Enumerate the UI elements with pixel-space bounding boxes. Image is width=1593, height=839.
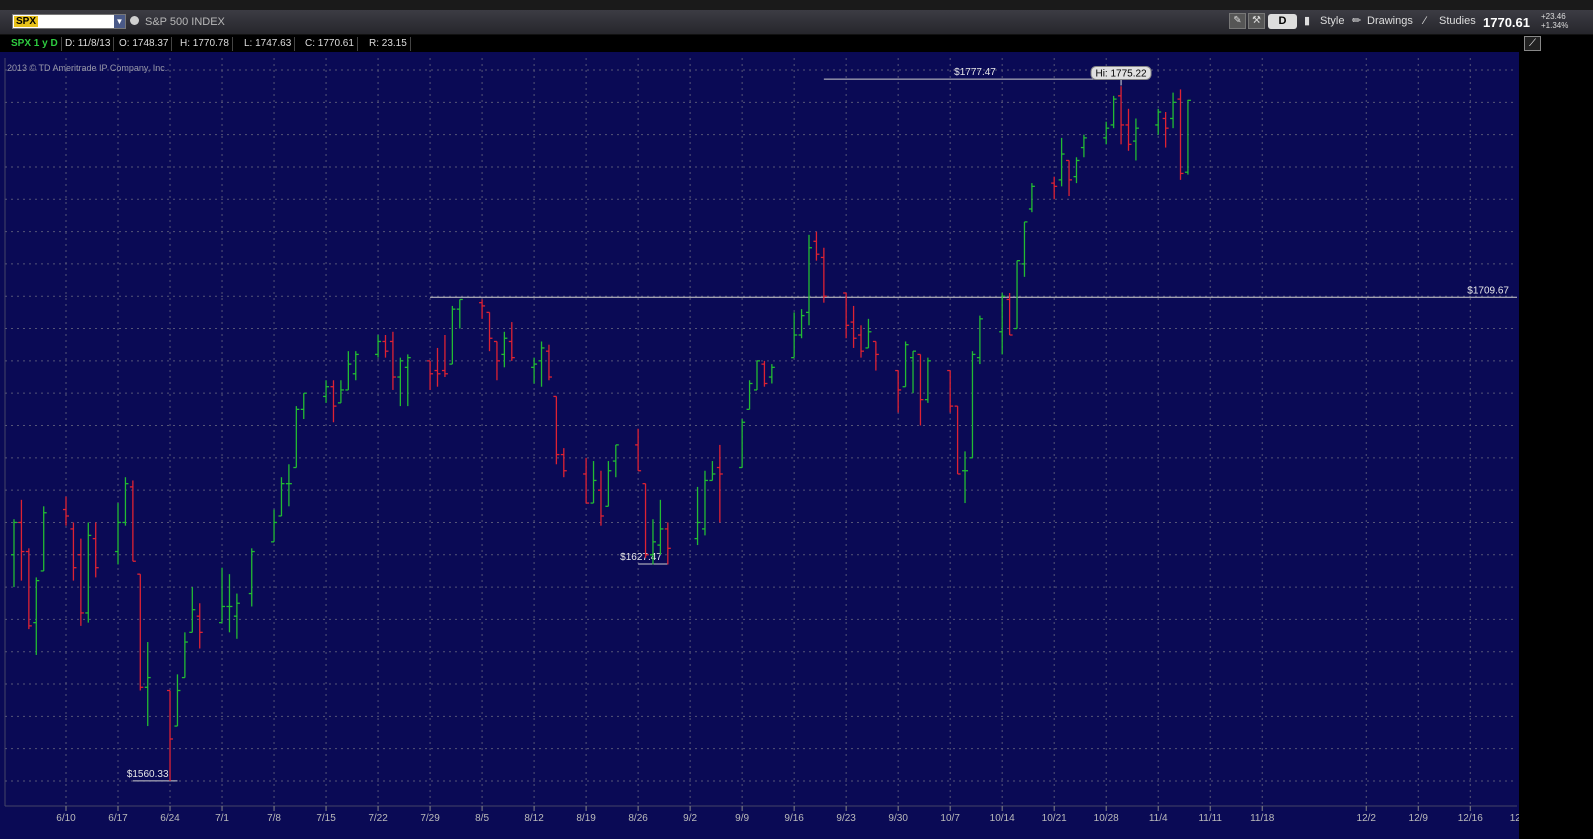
x-tick-label: 11/4: [1149, 813, 1168, 824]
style-icon: ▮: [1304, 15, 1311, 27]
x-tick-label: 9/2: [683, 813, 697, 824]
symbol-input[interactable]: SPX ▼: [12, 14, 126, 29]
x-tick-label: 8/19: [576, 813, 596, 824]
studies-icon: ∕: [1424, 15, 1426, 27]
net-change: +23.46: [1541, 12, 1566, 21]
wrench-icon[interactable]: ⚒: [1248, 13, 1265, 29]
price-chart[interactable]: 1560157015801590160016101620163016401650…: [0, 52, 1519, 839]
window-title-strip: [0, 0, 1593, 10]
style-button[interactable]: Style: [1320, 13, 1344, 30]
x-tick-label: 11/11: [1198, 813, 1222, 824]
x-tick-label: 12/23: [1510, 813, 1519, 824]
x-tick-label: 12/2: [1357, 813, 1377, 824]
x-tick-label: 6/24: [160, 813, 180, 824]
copyright-text: 2013 © TD Ameritrade IP Company, Inc.: [7, 63, 167, 73]
info-open: O: 1748.37: [116, 37, 173, 51]
aggregation-button[interactable]: D: [1268, 14, 1297, 29]
price-level-label: $1560.33: [127, 769, 169, 780]
symbol-period-label[interactable]: SPX 1 y D: [8, 37, 62, 51]
symbol-text: SPX: [14, 16, 39, 27]
plot-background: [0, 52, 1519, 839]
symbol-dropdown-icon[interactable]: ▼: [114, 15, 125, 28]
price-level-label: $1627.47: [620, 552, 662, 563]
chart-settings-icon[interactable]: ⟋: [1524, 36, 1541, 51]
x-tick-label: 10/28: [1094, 813, 1119, 824]
x-tick-label: 9/9: [735, 813, 749, 824]
instrument-name: S&P 500 INDEX: [145, 16, 225, 28]
last-price: 1770.61: [1483, 15, 1530, 30]
x-tick-label: 9/16: [784, 813, 804, 824]
info-range: R: 23.15: [366, 37, 411, 51]
x-tick-label: 6/17: [108, 813, 128, 824]
x-tick-label: 7/22: [368, 813, 388, 824]
price-level-label: $1777.47: [954, 67, 996, 78]
x-tick-label: 6/10: [56, 813, 76, 824]
percent-change: +1.34%: [1541, 21, 1569, 30]
x-tick-label: 7/8: [267, 813, 281, 824]
x-tick-label: 7/1: [215, 813, 229, 824]
drawings-icon: ✏: [1352, 15, 1362, 27]
x-tick-label: 10/7: [940, 813, 960, 824]
x-tick-label: 7/15: [316, 813, 336, 824]
info-low: L: 1747.63: [241, 37, 296, 51]
drawings-button[interactable]: Drawings: [1367, 13, 1413, 30]
x-tick-label: 12/9: [1409, 813, 1429, 824]
x-tick-label: 9/23: [836, 813, 856, 824]
x-tick-label: 8/26: [628, 813, 648, 824]
link-color-icon[interactable]: [130, 16, 139, 25]
x-tick-label: 10/14: [990, 813, 1015, 824]
price-level-label: $1709.67: [1467, 285, 1509, 296]
chart-toolbar: SPX ▼ S&P 500 INDEX ✎ ⚒ D ▮ Style ✏ Draw…: [0, 10, 1593, 35]
right-panel: [1519, 35, 1593, 839]
x-tick-label: 9/30: [888, 813, 908, 824]
studies-button[interactable]: Studies: [1439, 13, 1476, 30]
tools-icon[interactable]: ✎: [1229, 13, 1246, 29]
x-tick-label: 10/21: [1042, 813, 1067, 824]
x-tick-label: 7/29: [420, 813, 440, 824]
x-tick-label: 11/18: [1250, 813, 1275, 824]
x-tick-label: 8/5: [475, 813, 489, 824]
info-high: H: 1770.78: [177, 37, 233, 51]
x-tick-label: 12/16: [1458, 813, 1483, 824]
ohlc-info-bar: [0, 35, 1593, 52]
x-tick-label: 8/12: [524, 813, 544, 824]
info-date: D: 11/8/13: [62, 37, 115, 51]
info-close: C: 1770.61: [302, 37, 358, 51]
high-bubble-label: Hi: 1775.22: [1095, 68, 1147, 79]
